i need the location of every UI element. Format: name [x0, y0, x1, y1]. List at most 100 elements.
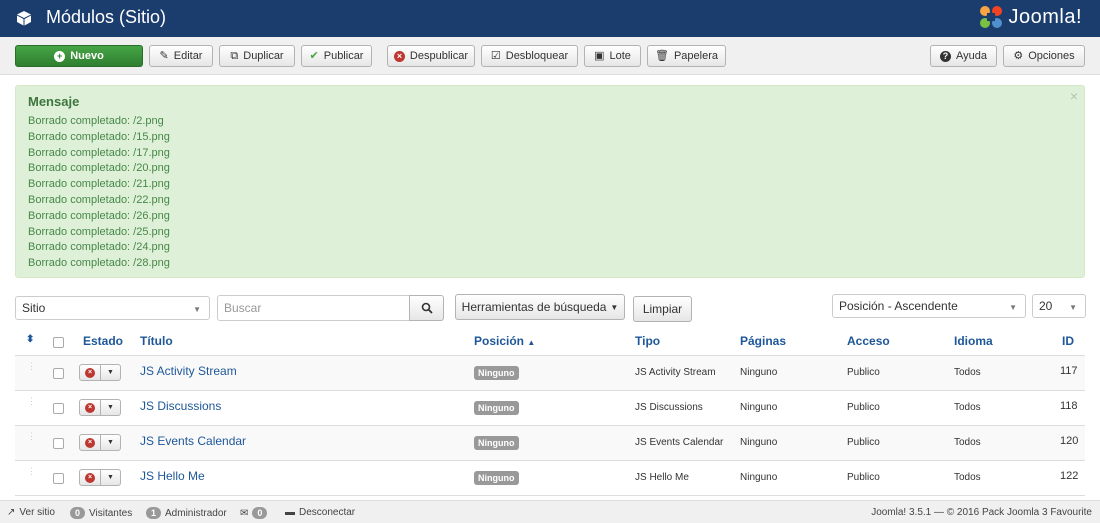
- module-type: JS Hello Me: [635, 472, 689, 483]
- clear-button[interactable]: Limpiar: [633, 296, 692, 322]
- unpublished-icon: ×: [85, 472, 95, 483]
- module-title-link[interactable]: JS Activity Stream: [140, 364, 237, 378]
- module-pages: Ninguno: [740, 437, 778, 448]
- unpublished-status-button[interactable]: ×: [79, 399, 101, 416]
- search-icon: [421, 302, 433, 314]
- message-item: Borrado completado: /2.png: [28, 115, 164, 127]
- header-posicion[interactable]: Posición ▲: [474, 334, 535, 348]
- row-checkbox[interactable]: [53, 473, 64, 484]
- batch-button[interactable]: ▣ Lote: [584, 45, 641, 67]
- close-icon[interactable]: ×: [1070, 88, 1078, 104]
- trash-button[interactable]: 🗑 Papelera: [647, 45, 726, 67]
- message-item: Borrado completado: /26.png: [28, 209, 170, 222]
- logout-link[interactable]: ▬ Desconectar: [285, 507, 355, 518]
- status-toggle[interactable]: × ▼: [79, 469, 121, 486]
- chevron-down-icon: ▼: [1069, 303, 1077, 312]
- unpublished-status-button[interactable]: ×: [79, 434, 101, 451]
- joomla-logo-text: Joomla!: [1008, 5, 1082, 28]
- joomla-logo[interactable]: Joomla!: [978, 4, 1082, 30]
- search-button[interactable]: [409, 295, 444, 321]
- row-checkbox[interactable]: [53, 438, 64, 449]
- unpublished-icon: ×: [85, 402, 95, 413]
- position-badge: Ninguno: [474, 401, 519, 415]
- publish-button[interactable]: ✔ Publicar: [301, 45, 372, 67]
- search-input[interactable]: Buscar: [217, 295, 410, 321]
- search-tools-button[interactable]: Herramientas de búsqueda ▼: [455, 294, 625, 320]
- row-checkbox[interactable]: [53, 403, 64, 414]
- status-dropdown-button[interactable]: ▼: [101, 434, 121, 451]
- batch-icon: ▣: [594, 49, 605, 62]
- status-dropdown-button[interactable]: ▼: [101, 399, 121, 416]
- system-message: Mensaje Borrado completado: /2.png Borra…: [15, 85, 1085, 278]
- module-type: JS Activity Stream: [635, 367, 716, 378]
- messages-indicator[interactable]: ✉ 0: [240, 507, 268, 519]
- module-title-link[interactable]: JS Discussions: [140, 399, 221, 413]
- options-button-label: Opciones: [1028, 50, 1075, 62]
- trash-icon: 🗑: [654, 49, 669, 62]
- header-paginas[interactable]: Páginas: [740, 334, 786, 348]
- header-titulo[interactable]: Título: [140, 334, 173, 348]
- checkin-button[interactable]: ☑ Desbloquear: [481, 45, 578, 67]
- module-type: JS Events Calendar: [635, 437, 724, 448]
- message-title: Mensaje: [28, 94, 80, 109]
- module-title-link[interactable]: JS Events Calendar: [140, 434, 246, 448]
- edit-button-label: Editar: [173, 50, 203, 62]
- table-row: ⋮ × ▼ JS Activity Stream Ninguno JS Acti…: [15, 356, 1085, 391]
- header-tipo[interactable]: Tipo: [635, 334, 660, 348]
- header-id[interactable]: ID: [1062, 334, 1074, 348]
- select-all-checkbox[interactable]: [53, 337, 64, 348]
- unpublish-button[interactable]: × Despublicar: [387, 45, 475, 67]
- limit-select[interactable]: 20 ▼: [1032, 294, 1086, 318]
- new-button[interactable]: + Nuevo: [15, 45, 143, 67]
- client-select[interactable]: Sitio ▼: [15, 296, 210, 320]
- module-title-link[interactable]: JS Hello Me: [140, 469, 205, 483]
- caret-down-icon: ▼: [610, 302, 619, 312]
- gear-icon: ⚙: [1013, 49, 1024, 62]
- view-site-link[interactable]: ↗ Ver sitio: [7, 507, 55, 518]
- client-select-value: Sitio: [22, 301, 46, 315]
- drag-handle-icon[interactable]: ⋮: [27, 397, 36, 411]
- clear-button-label: Limpiar: [642, 302, 683, 316]
- view-site-label: Ver sitio: [19, 507, 55, 518]
- ordering-select[interactable]: Posición - Ascendente ▼: [832, 294, 1026, 318]
- admin-count-badge: 1: [146, 507, 162, 519]
- duplicate-button[interactable]: ⧉ Duplicar: [219, 45, 295, 67]
- edit-button[interactable]: ✎ Editar: [149, 45, 213, 67]
- status-toggle[interactable]: × ▼: [79, 399, 121, 416]
- edit-icon: ✎: [159, 49, 169, 62]
- header-acceso[interactable]: Acceso: [847, 334, 890, 348]
- drag-handle-icon[interactable]: ⋮: [27, 362, 36, 376]
- options-button[interactable]: ⚙ Opciones: [1003, 45, 1085, 67]
- unpublished-status-button[interactable]: ×: [79, 364, 101, 381]
- module-id: 117: [1060, 365, 1078, 377]
- new-button-label: Nuevo: [70, 50, 104, 62]
- question-icon: ?: [940, 50, 951, 62]
- drag-handle-icon[interactable]: ⋮: [27, 432, 36, 446]
- sort-asc-icon: ▲: [527, 338, 536, 347]
- help-button[interactable]: ? Ayuda: [930, 45, 997, 67]
- unpublished-status-button[interactable]: ×: [79, 469, 101, 486]
- header-estado[interactable]: Estado: [83, 334, 123, 348]
- batch-button-label: Lote: [609, 50, 631, 62]
- table-row: ⋮ × ▼ JS Discussions Ninguno JS Discussi…: [15, 391, 1085, 426]
- row-checkbox[interactable]: [53, 368, 64, 379]
- header-idioma[interactable]: Idioma: [954, 334, 993, 348]
- visitors-label: Visitantes: [89, 507, 133, 519]
- sort-icon[interactable]: ⬍: [26, 334, 34, 345]
- check-icon: ✔: [309, 49, 319, 62]
- message-item: Borrado completado: /22.png: [28, 193, 170, 206]
- status-toggle[interactable]: × ▼: [79, 364, 121, 381]
- status-dropdown-button[interactable]: ▼: [101, 469, 121, 486]
- drag-handle-icon[interactable]: ⋮: [27, 467, 36, 481]
- table-row: ⋮ × ▼ JS Hello Me Ninguno JS Hello Me Ni…: [15, 461, 1085, 496]
- status-toggle[interactable]: × ▼: [79, 434, 121, 451]
- module-type: JS Discussions: [635, 402, 703, 413]
- module-language: Todos: [954, 402, 981, 413]
- duplicate-button-label: Duplicar: [243, 50, 284, 62]
- status-dropdown-button[interactable]: ▼: [101, 364, 121, 381]
- module-language: Todos: [954, 472, 981, 483]
- message-item: Borrado completado: /24.png: [28, 241, 170, 254]
- module-id: 120: [1060, 435, 1079, 447]
- checkin-button-label: Desbloquear: [505, 50, 569, 62]
- unpublish-button-label: Despublicar: [409, 50, 468, 62]
